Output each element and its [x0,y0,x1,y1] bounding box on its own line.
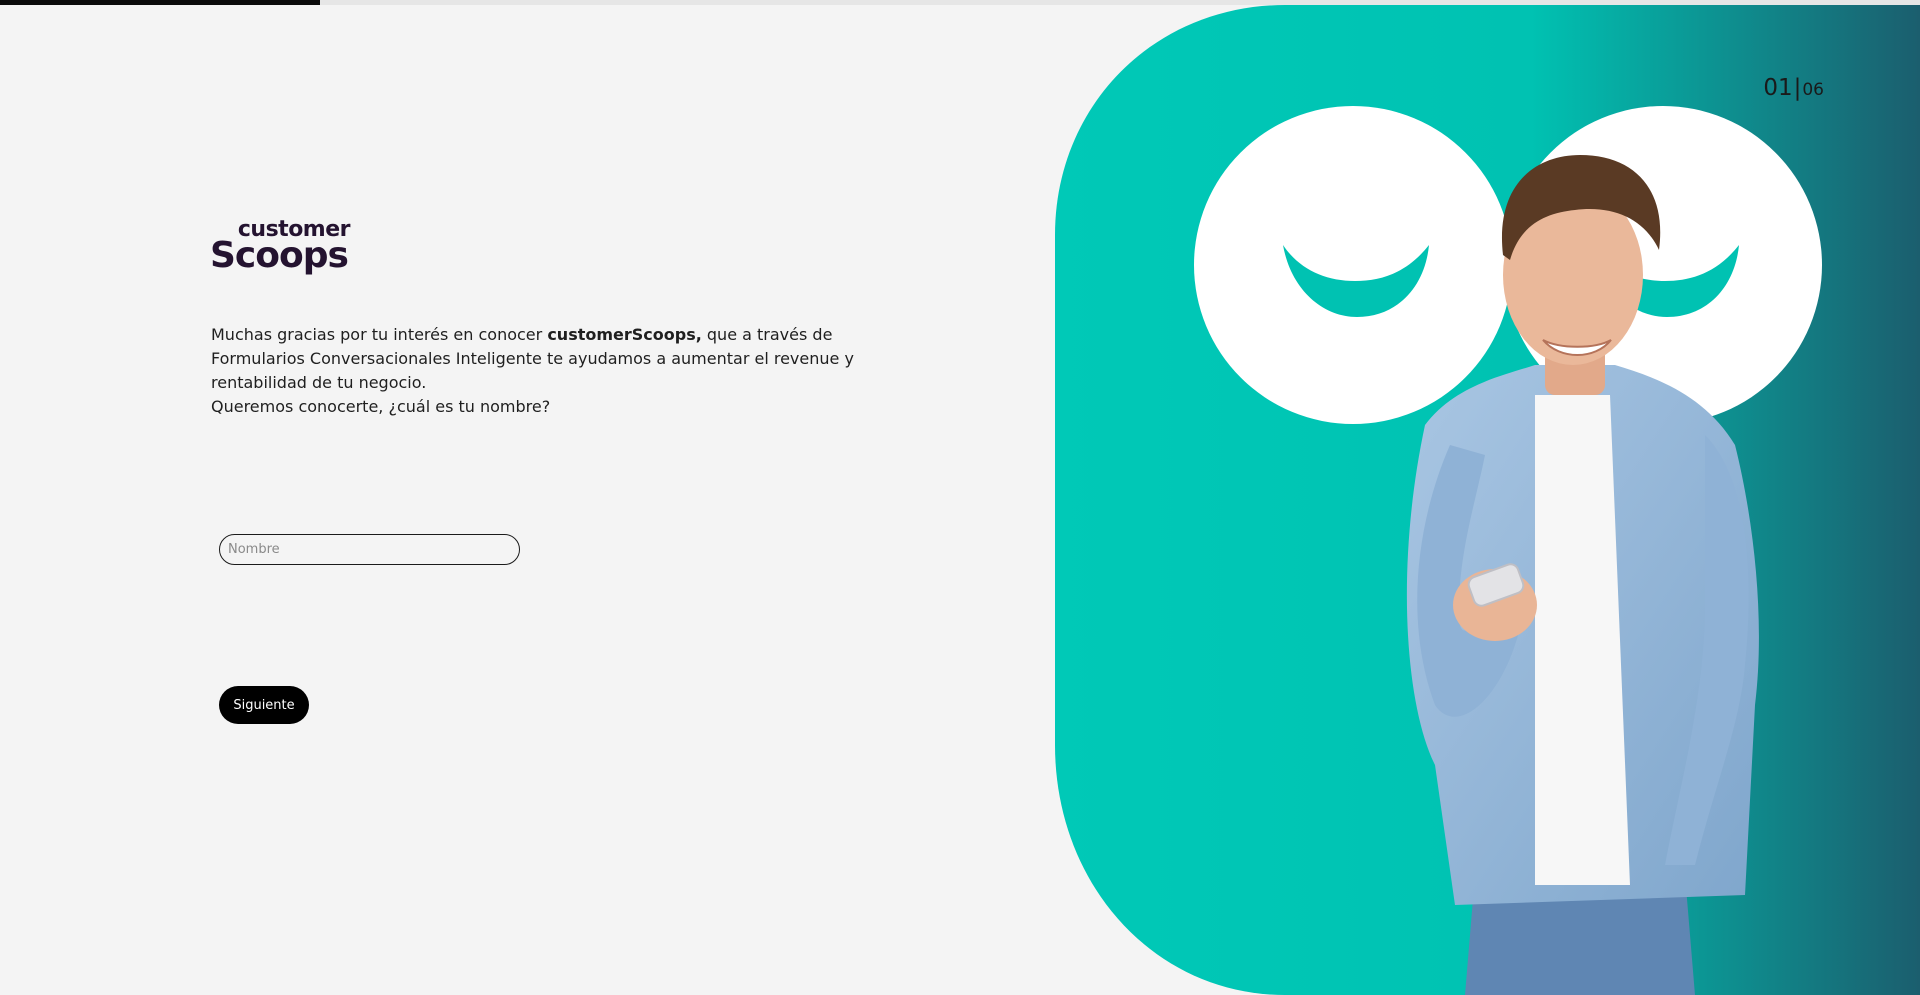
step-total: 06 [1802,80,1824,100]
intro-lead: Muchas gracias por tu interés en conocer [211,325,548,344]
intro-brand: customerScoops, [547,325,702,344]
name-input[interactable] [219,534,520,565]
logo-bottom-text: Scoops [210,235,349,276]
step-current: 01 [1763,75,1793,101]
step-separator: | [1793,75,1802,101]
intro-question: Queremos conocerte, ¿cuál es tu nombre? [211,397,551,416]
hero-pane: 01|06 [1055,5,1920,995]
step-counter: 01|06 [1763,75,1824,101]
hero-illustration [1055,5,1920,995]
form-pane: customer Scoops Muchas gracias por tu in… [0,5,1055,995]
customerscoops-logo: customer Scoops [210,215,355,276]
intro-text: Muchas gracias por tu interés en conocer… [211,323,861,419]
next-button[interactable]: Siguiente [219,686,309,724]
left-eye-circle [1194,106,1512,424]
